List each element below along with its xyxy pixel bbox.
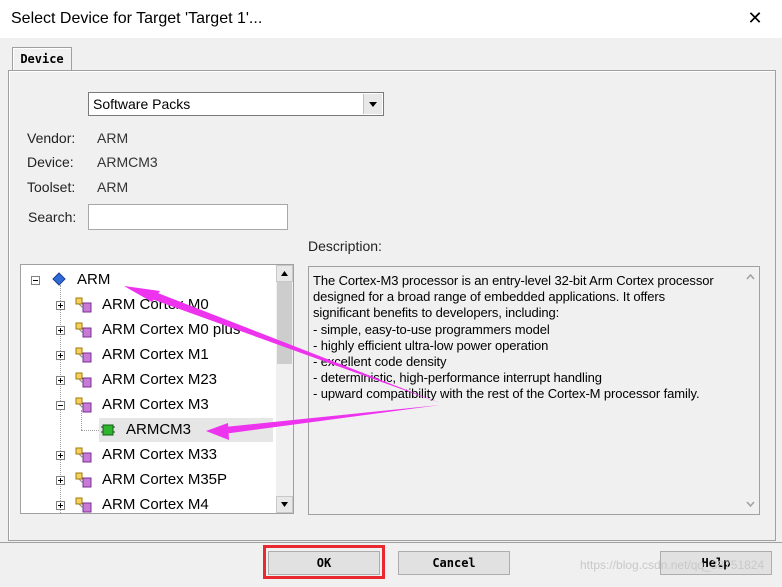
tab-device[interactable]: Device: [12, 47, 72, 70]
cancel-button[interactable]: Cancel: [398, 551, 510, 575]
annotation-highlight-box: [263, 545, 385, 579]
annotation-arrow: [146, 290, 440, 403]
annotation-arrows: [124, 286, 440, 440]
annotation-arrow: [215, 405, 440, 435]
annotation-arrowhead: [206, 423, 229, 440]
watermark: https://blog.csdn.net/qq_38751824: [580, 558, 765, 572]
bottom-separator: [0, 542, 782, 543]
